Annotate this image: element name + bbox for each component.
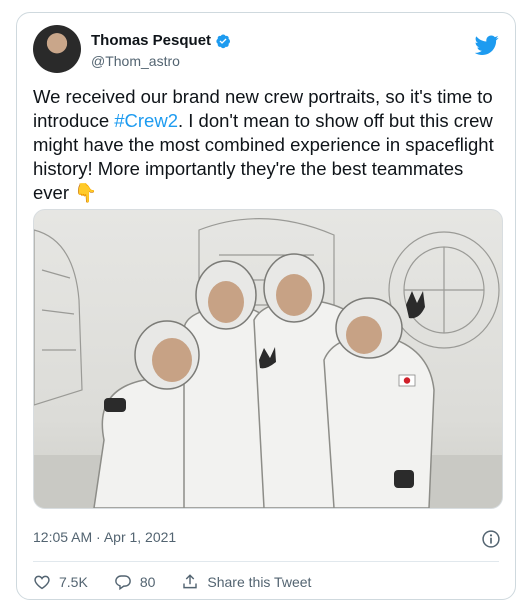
- share-label: Share this Tweet: [207, 574, 312, 590]
- tweet-header: Thomas Pesquet @Thom_astro: [33, 23, 499, 75]
- reply-count: 80: [139, 574, 156, 590]
- heart-icon: [34, 575, 50, 590]
- share-upload-icon: [183, 574, 198, 589]
- like-button[interactable]: 7.5K: [33, 573, 88, 591]
- reply-button[interactable]: 80: [114, 573, 156, 591]
- share-button[interactable]: Share this Tweet: [181, 573, 311, 591]
- info-icon[interactable]: [481, 529, 501, 549]
- twitter-bird-icon[interactable]: [475, 33, 499, 57]
- tweet-actions: 7.5K 80 Share this Tweet: [33, 569, 311, 595]
- like-count: 7.5K: [59, 574, 88, 590]
- author-handle[interactable]: @Thom_astro: [91, 53, 180, 69]
- tweet-card: Thomas Pesquet @Thom_astro We received o…: [16, 12, 516, 600]
- author-name-row[interactable]: Thomas Pesquet: [91, 32, 231, 49]
- tweet-text: We received our brand new crew portraits…: [33, 85, 503, 205]
- hashtag-link[interactable]: #Crew2: [114, 110, 178, 131]
- tweet-meta-row: 12:05 AM · Apr 1, 2021: [33, 529, 501, 551]
- verified-badge-icon: [216, 34, 231, 48]
- avatar[interactable]: [33, 25, 81, 73]
- divider: [33, 561, 499, 562]
- reply-bubble-icon: [114, 575, 131, 591]
- pointing-down-emoji: 👇: [74, 182, 98, 203]
- author-display-name[interactable]: Thomas Pesquet: [91, 32, 211, 49]
- tweet-timestamp[interactable]: 12:05 AM · Apr 1, 2021: [33, 529, 176, 545]
- crew-photo-illustration: [34, 218, 502, 508]
- crew-portrait-photo[interactable]: [33, 209, 503, 509]
